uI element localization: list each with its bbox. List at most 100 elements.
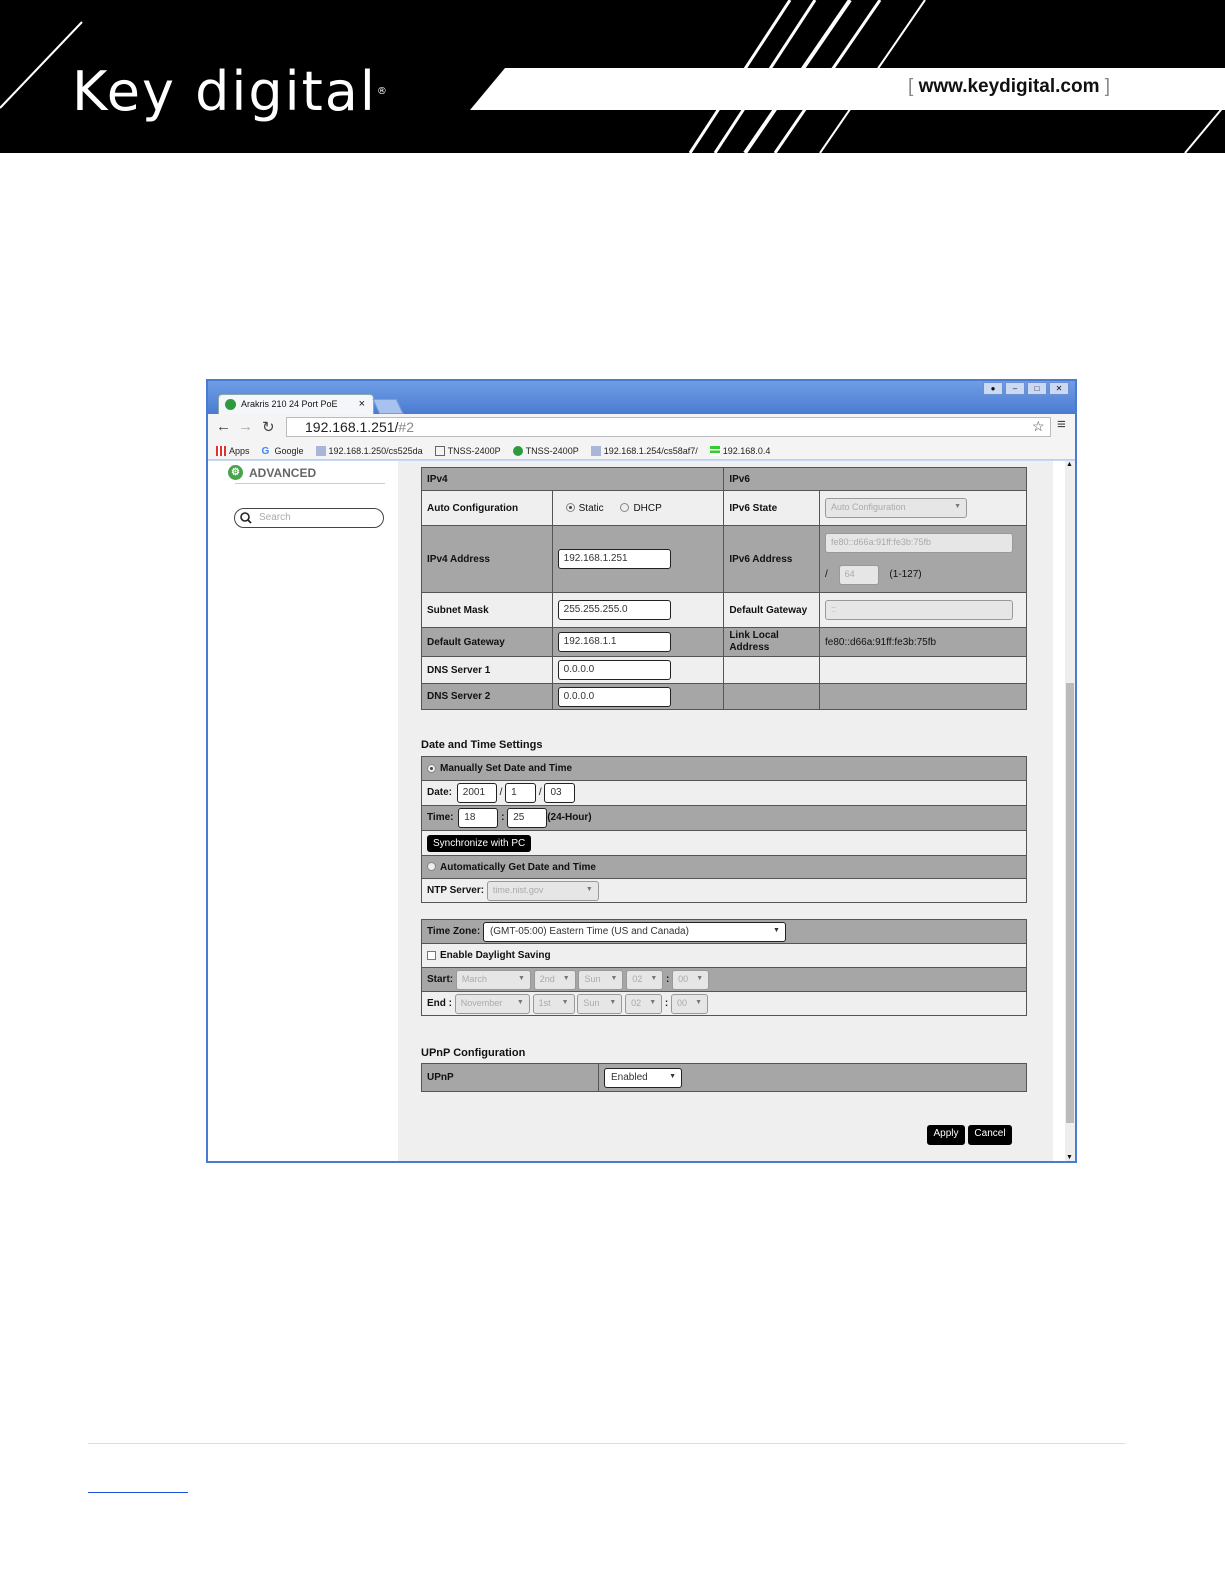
end-week-select[interactable]: 1st ▼ — [532, 993, 575, 1014]
subnet-mask-field[interactable]: 255.255.255.0 — [557, 600, 671, 620]
page-icon — [590, 446, 601, 456]
month-field[interactable]: 1 — [505, 783, 537, 803]
bookmark-item[interactable]: TNSS-2400P — [512, 443, 579, 459]
brand-logo: Key digital® — [72, 60, 389, 123]
bookmark-item[interactable]: TNSS-2400P — [434, 443, 501, 459]
scrollbar-thumb[interactable] — [1066, 683, 1074, 1123]
hour-field[interactable]: 18 — [458, 808, 499, 828]
dns1-field[interactable]: 0.0.0.0 — [557, 660, 671, 680]
ipv6-prefix-field[interactable]: 64 — [838, 565, 879, 585]
browser-titlebar: Arakris 210 24 Port PoE × ● – □ ✕ — [208, 381, 1075, 414]
default-gateway-field[interactable]: 192.168.1.1 — [557, 632, 671, 652]
user-icon[interactable]: ● — [983, 382, 1003, 395]
sync-with-pc-button[interactable]: Synchronize with PC — [427, 834, 532, 852]
address-bar[interactable]: 192.168.1.251/#2 — [286, 417, 1051, 437]
bookmark-item[interactable]: 192.168.1.250/cs525da — [315, 443, 423, 459]
footer-divider — [88, 1443, 1125, 1444]
end-hour-select[interactable]: 02 ▼ — [625, 993, 663, 1014]
link-local-label: Link Local Address — [723, 627, 821, 657]
upnp-table: UPnP Enabled ▼ — [421, 1063, 1027, 1092]
auto-config-options: Static DHCP — [551, 490, 725, 526]
reload-icon[interactable]: ↻ — [262, 418, 275, 436]
ntp-server-select[interactable]: time.nist.gov ▼ — [486, 880, 599, 901]
browser-tab[interactable]: Arakris 210 24 Port PoE × — [218, 394, 374, 414]
year-field[interactable]: 2001 — [456, 783, 497, 803]
dropdown-caret-icon: ▼ — [954, 503, 962, 510]
dropdown-caret-icon: ▼ — [695, 998, 703, 1006]
close-window-icon[interactable]: ✕ — [1049, 382, 1069, 395]
upnp-select[interactable]: Enabled ▼ — [604, 1067, 682, 1088]
start-minute-select[interactable]: 00 ▼ — [672, 969, 710, 990]
static-radio[interactable]: Static — [565, 503, 604, 514]
start-month-select[interactable]: March ▼ — [455, 969, 531, 990]
start-hour-select[interactable]: 02 ▼ — [626, 969, 664, 990]
end-month-select[interactable]: November ▼ — [454, 993, 530, 1014]
forward-arrow-icon[interactable]: → — [238, 418, 253, 435]
start-week-select[interactable]: 2nd ▼ — [533, 969, 576, 990]
bookmark-star-icon[interactable]: ☆ — [1032, 418, 1045, 435]
day-field[interactable]: 03 — [544, 783, 576, 803]
search-input[interactable]: Search — [234, 508, 384, 528]
bookmark-apps[interactable]: Apps — [216, 443, 250, 459]
minimize-icon[interactable]: – — [1005, 382, 1025, 395]
manual-datetime-radio[interactable]: Manually Set Date and Time — [421, 756, 1027, 781]
minute-field[interactable]: 25 — [507, 808, 548, 828]
scroll-up-icon[interactable]: ▲ — [1066, 461, 1073, 468]
time-separator: : — [666, 973, 670, 985]
website-url: [ www.keydigital.com ] — [908, 76, 1111, 97]
search-icon — [240, 512, 252, 524]
new-tab-button[interactable] — [372, 399, 404, 414]
timezone-select[interactable]: (GMT-05:00) Eastern Time (US and Canada)… — [482, 921, 786, 942]
subnet-mask-label: Subnet Mask — [421, 592, 553, 628]
daylight-saving-checkbox[interactable]: Enable Daylight Saving — [421, 943, 1027, 968]
ipv6-gateway-field[interactable]: :: — [825, 600, 1014, 620]
scroll-down-icon[interactable]: ▼ — [1066, 1154, 1073, 1161]
bookmark-item[interactable]: 192.168.0.4 — [709, 443, 770, 459]
sidebar: ⚙ ADVANCED Search — [208, 461, 398, 1161]
ipv4-address-field[interactable]: 192.168.1.251 — [557, 549, 671, 569]
ipv4-header: IPv4 — [420, 467, 725, 491]
datetime-section-title: Date and Time Settings — [421, 739, 543, 751]
default-gateway-label: Default Gateway — [421, 627, 553, 657]
ipv6-address-field[interactable]: fe80::d66a:91ff:fe3b:75fb — [825, 533, 1014, 553]
dst-end-label: End : — [427, 997, 452, 1009]
sidebar-item-label: ADVANCED — [249, 465, 317, 480]
menu-icon[interactable]: ≡ — [1057, 416, 1066, 433]
empty-cell — [819, 656, 1027, 684]
scrollbar[interactable]: ▲ ▼ — [1065, 461, 1075, 1161]
radio-unselected-icon — [427, 862, 436, 872]
auto-config-label: Auto Configuration — [421, 490, 553, 526]
datetime-table: Manually Set Date and Time Date: 2001 / … — [421, 756, 1027, 903]
browser-toolbar: ← → ↻ 192.168.1.251/#2 ☆ ≡ — [208, 414, 1075, 440]
dropdown-caret-icon: ▼ — [696, 974, 704, 982]
apply-button[interactable]: Apply — [927, 1125, 965, 1145]
gear-icon: ⚙ — [228, 465, 243, 480]
dhcp-radio[interactable]: DHCP — [620, 503, 662, 514]
bookmark-google[interactable]: G Google — [262, 443, 304, 459]
tab-close-icon[interactable]: × — [359, 398, 365, 410]
dropdown-caret-icon: ▼ — [610, 974, 618, 982]
maximize-icon[interactable]: □ — [1027, 382, 1047, 395]
date-separator: / — [538, 787, 542, 798]
dns2-field[interactable]: 0.0.0.0 — [557, 686, 671, 707]
back-arrow-icon[interactable]: ← — [216, 418, 231, 435]
cancel-button[interactable]: Cancel — [968, 1125, 1012, 1145]
ipv6-state-select[interactable]: Auto Configuration ▼ — [825, 498, 968, 518]
dropdown-caret-icon: ▼ — [585, 885, 593, 893]
end-minute-select[interactable]: 00 ▼ — [671, 993, 709, 1014]
sidebar-item-advanced[interactable]: ⚙ ADVANCED — [228, 465, 316, 480]
document-icon — [434, 446, 445, 456]
footer-link[interactable] — [88, 1492, 188, 1493]
prefix-slash: / — [825, 569, 828, 580]
end-day-select[interactable]: Sun ▼ — [577, 993, 623, 1014]
ipv6-header: IPv6 — [723, 467, 1027, 491]
start-day-select[interactable]: Sun ▼ — [578, 969, 624, 990]
apps-grid-icon — [216, 446, 226, 456]
empty-cell — [819, 683, 1027, 710]
bookmark-item[interactable]: 192.168.1.254/cs58af7/ — [590, 443, 698, 459]
window-controls: ● – □ ✕ — [983, 382, 1069, 395]
ipv4-address-label: IPv4 Address — [421, 525, 553, 593]
dropdown-caret-icon: ▼ — [561, 998, 569, 1006]
auto-datetime-radio[interactable]: Automatically Get Date and Time — [421, 855, 1027, 879]
radio-unselected-icon — [620, 503, 630, 513]
